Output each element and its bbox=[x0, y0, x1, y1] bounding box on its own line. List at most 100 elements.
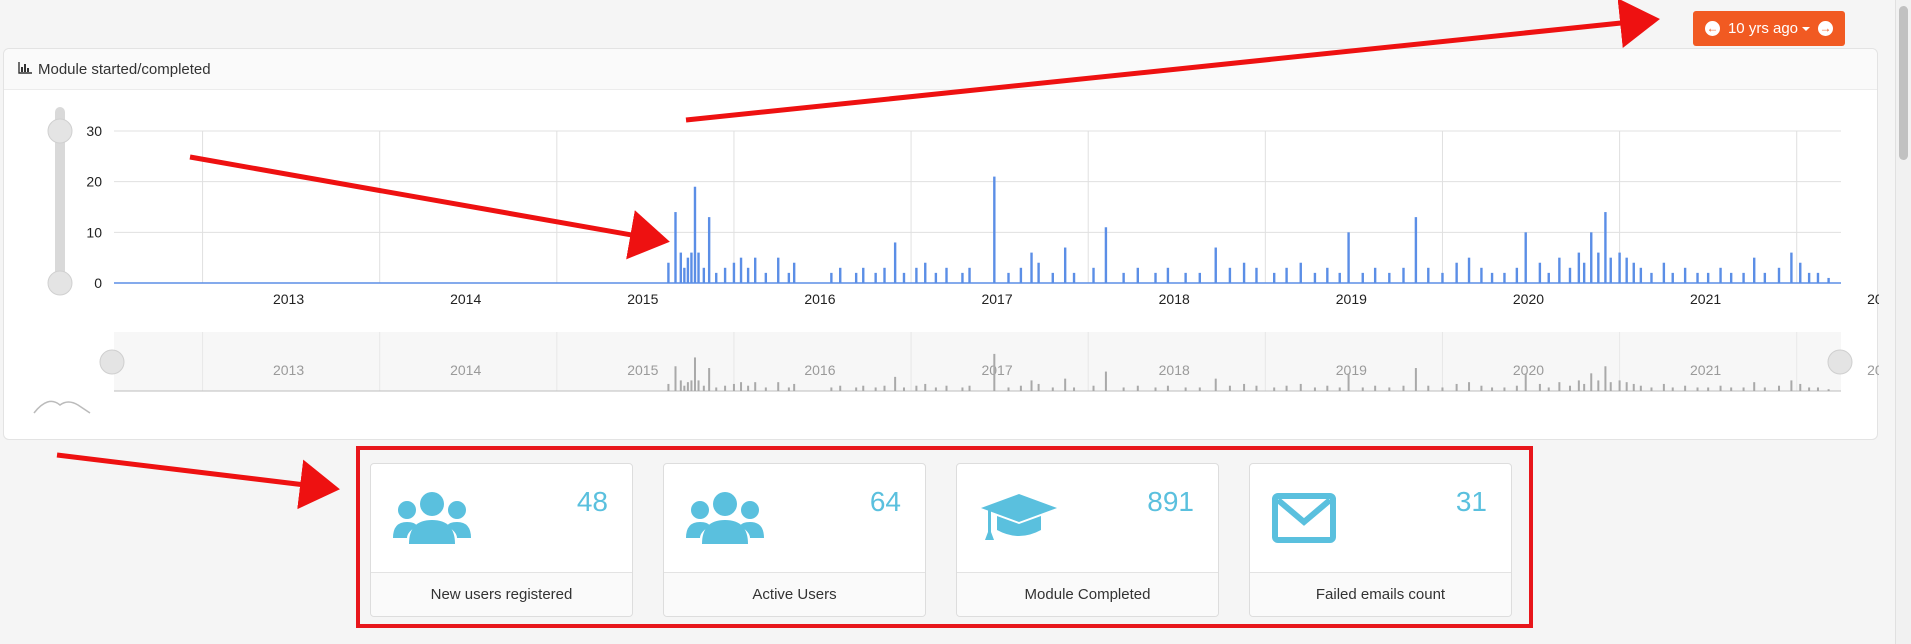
navigator-bar bbox=[1650, 387, 1653, 391]
chart-bar bbox=[1326, 267, 1329, 283]
navigator-bar bbox=[968, 385, 971, 391]
scrollbar-thumb[interactable] bbox=[1899, 6, 1908, 160]
card-count: 48 bbox=[576, 486, 608, 517]
chart-bar bbox=[1242, 262, 1246, 283]
navigator-line-icon bbox=[33, 400, 91, 414]
y-tick-label: 0 bbox=[94, 275, 102, 291]
chart-bar bbox=[1650, 272, 1653, 283]
chart-bar bbox=[1524, 232, 1527, 283]
x-tick-label: 2019 bbox=[1336, 291, 1367, 307]
navigator-bar bbox=[902, 387, 905, 391]
y-slider-top-handle bbox=[47, 118, 73, 144]
navigator-bar bbox=[1051, 387, 1054, 391]
navigator-bar bbox=[894, 376, 897, 391]
navigator-bar bbox=[1524, 373, 1527, 391]
chart-bar bbox=[1285, 267, 1288, 283]
prev-range-button[interactable]: ← bbox=[1705, 21, 1720, 36]
navigator-bar bbox=[1347, 373, 1350, 391]
navigator-bar bbox=[686, 382, 689, 391]
chart-bar bbox=[1763, 272, 1767, 283]
caret-down-icon bbox=[1802, 27, 1811, 32]
chart-bar bbox=[830, 272, 833, 283]
chart-bar bbox=[1122, 272, 1125, 283]
navigator-bar bbox=[862, 385, 865, 391]
chart-bar bbox=[1696, 272, 1699, 283]
navigator-tick-label: 2017 bbox=[981, 362, 1012, 378]
chart-bar bbox=[924, 262, 927, 283]
navigator-bar bbox=[1577, 380, 1580, 391]
chart-bar bbox=[1671, 272, 1674, 283]
chart-bar bbox=[1255, 267, 1258, 283]
x-tick-label: 2018 bbox=[1159, 291, 1190, 307]
chart-bar bbox=[1683, 267, 1687, 283]
navigator-bar bbox=[724, 385, 727, 391]
navigator-bar bbox=[993, 353, 996, 391]
navigator-bar bbox=[1064, 378, 1067, 391]
chart-bar bbox=[1037, 262, 1040, 283]
chart-bar bbox=[1361, 272, 1364, 283]
range-dropdown[interactable]: 10 yrs ago bbox=[1728, 20, 1811, 37]
chart-bar bbox=[1547, 272, 1550, 283]
navigator-bar bbox=[1468, 382, 1471, 391]
navigator-bar bbox=[1198, 387, 1201, 391]
chart-bar bbox=[1441, 272, 1444, 283]
navigator-tick-label: 2019 bbox=[1336, 362, 1367, 378]
chart-bar bbox=[1136, 267, 1140, 283]
chart-bar bbox=[993, 176, 996, 283]
navigator-bar bbox=[1753, 382, 1756, 391]
chart-bar bbox=[1568, 267, 1572, 283]
chart-bar bbox=[1639, 267, 1643, 283]
navigator-bar bbox=[1402, 385, 1405, 391]
chart-bar bbox=[934, 272, 938, 283]
navigator-bar bbox=[1166, 385, 1169, 391]
navigator-right-handle bbox=[1827, 349, 1853, 375]
navigator-bar bbox=[697, 380, 700, 391]
navigator-bar bbox=[1414, 368, 1417, 391]
navigator-bar bbox=[1214, 378, 1217, 391]
chart-bar bbox=[715, 272, 718, 283]
chart-bar bbox=[945, 267, 948, 283]
navigator-bar bbox=[708, 368, 711, 391]
navigator-bar bbox=[855, 387, 858, 391]
navigator-bar bbox=[1763, 387, 1766, 391]
navigator-bar bbox=[1707, 387, 1710, 391]
chart-bar bbox=[1753, 257, 1756, 283]
chart-bar bbox=[839, 267, 842, 283]
navigator-bar bbox=[1662, 383, 1665, 391]
chart-bar bbox=[686, 257, 690, 283]
x-tick-label: 2015 bbox=[627, 291, 658, 307]
page-scrollbar[interactable] bbox=[1895, 0, 1911, 644]
chart-bar bbox=[1198, 272, 1201, 283]
navigator-bar bbox=[1427, 385, 1430, 391]
chart-bar bbox=[1597, 252, 1600, 283]
chart-bar bbox=[961, 272, 964, 283]
x-tick-label: 2022 bbox=[1867, 291, 1879, 307]
chart-bar bbox=[1072, 272, 1076, 283]
navigator-bar bbox=[1696, 387, 1699, 391]
navigator-background bbox=[114, 332, 1841, 391]
chart-bar bbox=[862, 267, 865, 283]
chart-bar bbox=[1790, 252, 1793, 283]
chart-bar bbox=[1427, 267, 1430, 283]
arrow-circle-left-icon: ← bbox=[1706, 21, 1719, 35]
navigator-bar bbox=[1030, 380, 1033, 391]
navigator-bar bbox=[754, 382, 757, 391]
module-chart-panel: Module started/completed 0 10 20 30 2013 2013… bbox=[3, 48, 1879, 440]
navigator-bar bbox=[667, 383, 670, 391]
navigator-bar bbox=[915, 385, 918, 391]
y-tick-label: 20 bbox=[86, 174, 102, 190]
chart-bar bbox=[1632, 262, 1635, 283]
chart-bar bbox=[1515, 267, 1519, 283]
navigator-bar bbox=[1255, 385, 1258, 391]
navigator-bar bbox=[883, 385, 886, 391]
navigator-bar bbox=[1538, 383, 1541, 391]
chart-bar bbox=[1007, 272, 1010, 283]
navigator-bar bbox=[1122, 387, 1125, 391]
navigator-bar bbox=[1671, 387, 1674, 391]
chart-bar bbox=[1799, 262, 1802, 283]
navigator-bar bbox=[1625, 382, 1628, 391]
navigator-bar bbox=[1778, 385, 1781, 391]
chart-bar bbox=[754, 257, 757, 283]
chart-bar bbox=[732, 262, 736, 283]
next-range-button[interactable]: → bbox=[1817, 21, 1833, 36]
